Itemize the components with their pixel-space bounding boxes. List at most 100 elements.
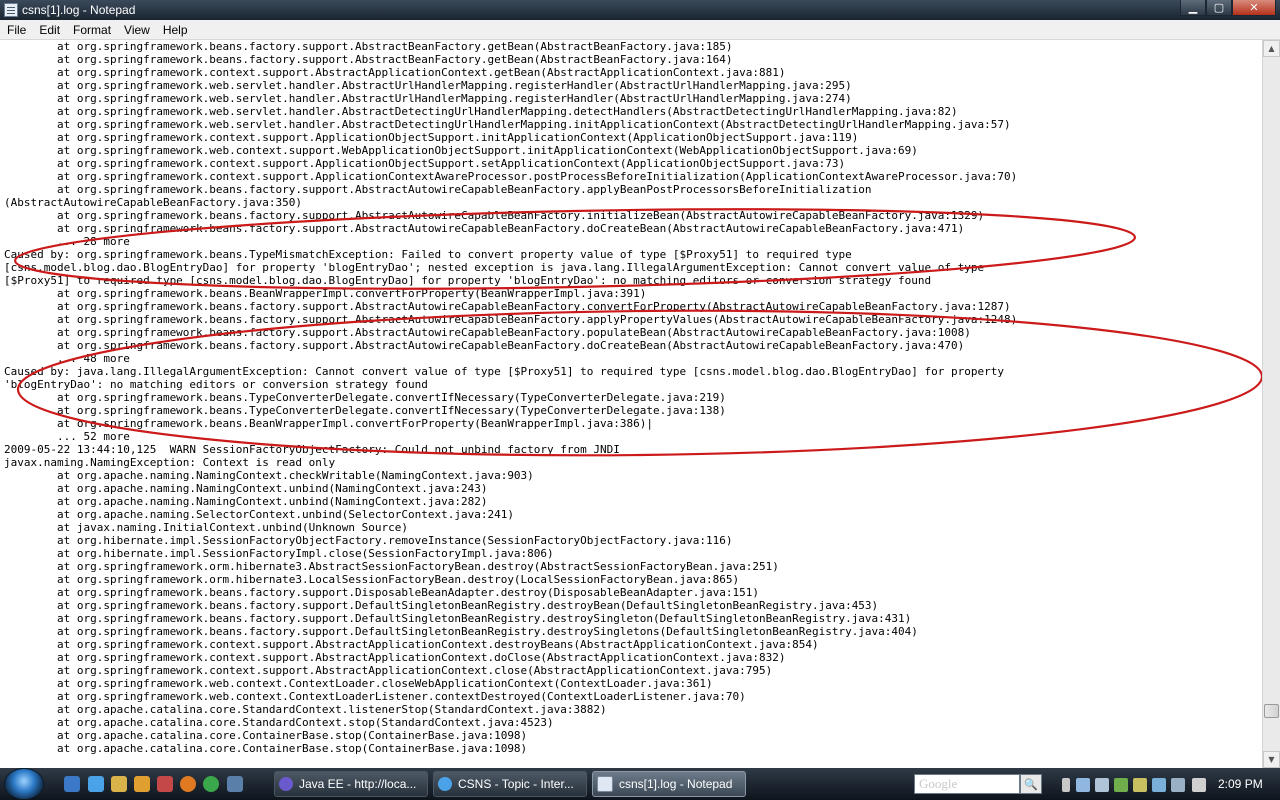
windows-explorer-icon[interactable] xyxy=(111,776,127,792)
eclipse-icon xyxy=(279,777,293,791)
close-button[interactable]: ✕ xyxy=(1232,0,1276,16)
title-bar[interactable]: csns[1].log - Notepad ▁ ▢ ✕ xyxy=(0,0,1280,20)
log-line: at org.springframework.beans.factory.sup… xyxy=(4,183,872,196)
log-line: javax.naming.NamingException: Context is… xyxy=(4,456,336,469)
connection-icon[interactable] xyxy=(1152,778,1166,792)
internet-explorer-icon[interactable] xyxy=(88,776,104,792)
log-line: [$Proxy51] to required type [csns.model.… xyxy=(4,274,932,287)
menu-file[interactable]: File xyxy=(0,23,32,37)
search-button[interactable]: 🔍 xyxy=(1020,774,1042,794)
log-line: Caused by: org.springframework.beans.Typ… xyxy=(4,248,852,261)
taskbar-item-label: csns[1].log - Notepad xyxy=(619,777,733,791)
log-line: at org.springframework.orm.hibernate3.Ab… xyxy=(4,560,779,573)
menu-edit[interactable]: Edit xyxy=(32,23,66,37)
log-line: at org.springframework.web.context.Conte… xyxy=(4,690,746,703)
log-line: at org.springframework.beans.factory.sup… xyxy=(4,40,733,53)
log-line: at org.springframework.web.servlet.handl… xyxy=(4,105,958,118)
chrome-icon[interactable] xyxy=(203,776,219,792)
menu-bar: File Edit Format View Help xyxy=(0,20,1280,40)
log-line: at org.springframework.web.servlet.handl… xyxy=(4,92,852,105)
scroll-thumb[interactable] xyxy=(1264,704,1279,718)
log-line: at org.springframework.beans.factory.sup… xyxy=(4,586,759,599)
menu-view[interactable]: View xyxy=(117,23,156,37)
log-line: at org.springframework.context.support.A… xyxy=(4,66,786,79)
taskbar-item-notepad[interactable]: csns[1].log - Notepad xyxy=(592,771,746,797)
maximize-button[interactable]: ▢ xyxy=(1206,0,1232,16)
network-icon[interactable] xyxy=(1076,778,1090,792)
log-line: at org.springframework.beans.factory.sup… xyxy=(4,300,1011,313)
log-line: at org.apache.catalina.core.StandardCont… xyxy=(4,716,554,729)
log-line: ... 28 more xyxy=(4,235,130,248)
text-editor[interactable]: at org.springframework.beans.factory.sup… xyxy=(0,40,1262,768)
log-line: at org.springframework.context.support.A… xyxy=(4,170,1018,183)
log-line: at org.springframework.beans.factory.sup… xyxy=(4,222,965,235)
log-line: at org.springframework.beans.factory.sup… xyxy=(4,599,879,612)
taskbar-item-eclipse[interactable]: Java EE - http://loca... xyxy=(274,771,428,797)
window-title: csns[1].log - Notepad xyxy=(22,3,136,17)
log-line: at org.springframework.beans.factory.sup… xyxy=(4,209,985,222)
paint-icon[interactable] xyxy=(157,776,173,792)
security-icon[interactable] xyxy=(1114,778,1128,792)
log-line: at org.springframework.beans.factory.sup… xyxy=(4,625,918,638)
volume-icon[interactable] xyxy=(1192,778,1206,792)
log-line: at org.hibernate.impl.SessionFactoryImpl… xyxy=(4,547,554,560)
internet-explorer-icon xyxy=(438,777,452,791)
monitor-icon[interactable] xyxy=(1171,778,1185,792)
chevron-left-icon[interactable] xyxy=(1062,778,1070,792)
log-line: at org.springframework.beans.BeanWrapper… xyxy=(4,417,654,430)
log-line: at org.springframework.context.support.A… xyxy=(4,131,859,144)
minimize-button[interactable]: ▁ xyxy=(1180,0,1206,16)
log-line: at org.springframework.beans.BeanWrapper… xyxy=(4,287,647,300)
log-line: at org.hibernate.impl.SessionFactoryObje… xyxy=(4,534,733,547)
log-text[interactable]: at org.springframework.beans.factory.sup… xyxy=(0,40,1262,755)
menu-format[interactable]: Format xyxy=(66,23,117,37)
google-search-input[interactable]: Google xyxy=(914,774,1020,794)
menu-help[interactable]: Help xyxy=(156,23,194,37)
log-line: Caused by: java.lang.IllegalArgumentExce… xyxy=(4,365,1005,378)
notepad-icon xyxy=(597,776,613,792)
log-line: at javax.naming.InitialContext.unbind(Un… xyxy=(4,521,408,534)
log-line: at org.apache.naming.NamingContext.unbin… xyxy=(4,482,488,495)
taskbar: Java EE - http://loca... CSNS - Topic - … xyxy=(0,768,1280,800)
media-player-icon[interactable] xyxy=(134,776,150,792)
log-line: at org.springframework.beans.TypeConvert… xyxy=(4,404,726,417)
taskbar-item-label: CSNS - Topic - Inter... xyxy=(458,777,574,791)
firefox-icon[interactable] xyxy=(180,776,196,792)
scroll-up-button[interactable]: ▲ xyxy=(1263,40,1280,57)
show-desktop-icon[interactable] xyxy=(227,776,243,792)
log-line: at org.springframework.beans.factory.sup… xyxy=(4,326,971,339)
window-controls: ▁ ▢ ✕ xyxy=(1180,0,1276,16)
log-line: at org.springframework.orm.hibernate3.Lo… xyxy=(4,573,740,586)
log-line: at org.springframework.beans.factory.sup… xyxy=(4,313,1018,326)
taskbar-item-browser[interactable]: CSNS - Topic - Inter... xyxy=(433,771,587,797)
log-line: at org.apache.catalina.core.ContainerBas… xyxy=(4,729,528,742)
log-line: at org.springframework.context.support.A… xyxy=(4,664,773,677)
start-button[interactable] xyxy=(4,768,44,800)
log-line: at org.springframework.beans.factory.sup… xyxy=(4,53,733,66)
display-icon[interactable] xyxy=(1095,778,1109,792)
switch-user-icon[interactable] xyxy=(64,776,80,792)
log-line: 2009-05-22 13:44:10,125 WARN SessionFact… xyxy=(4,443,620,456)
log-line: at org.springframework.beans.factory.sup… xyxy=(4,339,965,352)
log-line: at org.springframework.context.support.A… xyxy=(4,638,819,651)
log-line: at org.springframework.beans.factory.sup… xyxy=(4,612,912,625)
log-line: at org.springframework.web.context.suppo… xyxy=(4,144,918,157)
log-line: at org.springframework.context.support.A… xyxy=(4,651,786,664)
log-line: at org.springframework.beans.TypeConvert… xyxy=(4,391,726,404)
scroll-down-button[interactable]: ▼ xyxy=(1263,751,1280,768)
notepad-icon xyxy=(4,3,18,17)
log-line: ... 52 more xyxy=(4,430,130,443)
log-line: at org.apache.naming.SelectorContext.unb… xyxy=(4,508,514,521)
vertical-scrollbar[interactable]: ▲ ▼ xyxy=(1262,40,1280,768)
log-line: [csns.model.blog.dao.BlogEntryDao] for p… xyxy=(4,261,985,274)
log-line: at org.apache.naming.NamingContext.unbin… xyxy=(4,495,488,508)
log-line: at org.springframework.web.servlet.handl… xyxy=(4,118,1011,131)
log-line: at org.apache.catalina.core.StandardCont… xyxy=(4,703,607,716)
log-line: at org.springframework.context.support.A… xyxy=(4,157,846,170)
battery-icon[interactable] xyxy=(1133,778,1147,792)
log-line: at org.apache.naming.NamingContext.check… xyxy=(4,469,534,482)
log-line: 'blogEntryDao': no matching editors or c… xyxy=(4,378,428,391)
log-line: at org.apache.catalina.core.ContainerBas… xyxy=(4,742,528,755)
clock[interactable]: 2:09 PM xyxy=(1218,768,1263,800)
log-line: ... 48 more xyxy=(4,352,130,365)
